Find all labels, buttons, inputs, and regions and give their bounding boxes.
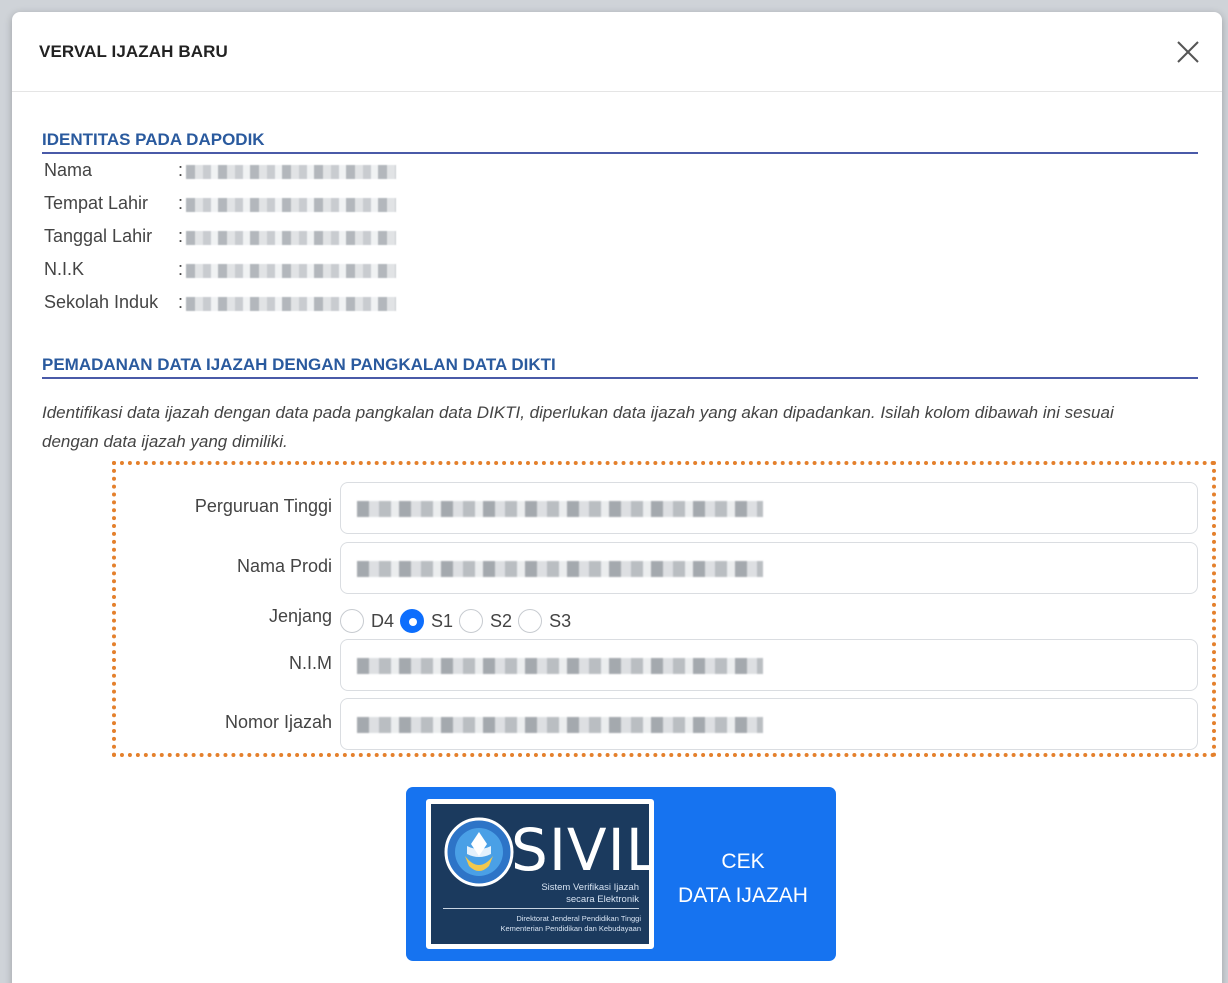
- cek-button-line: DATA IJAZAH: [678, 884, 808, 907]
- identity-label: Sekolah Induk: [44, 292, 159, 312]
- tut-wuri-handayani-emblem-icon: [444, 817, 514, 887]
- redacted-value: [186, 231, 396, 245]
- cek-data-ijazah-button[interactable]: SIVIL Sistem Verifikasi Ijazah secara El…: [406, 787, 836, 961]
- nomor-ijazah-input[interactable]: [340, 698, 1198, 750]
- identity-row-sekolah-induk: Sekolah Induk :: [44, 292, 396, 313]
- identity-label: Nama: [44, 160, 93, 180]
- matching-description: Identifikasi data ijazah dengan data pad…: [42, 403, 1114, 451]
- radio-label: S2: [490, 610, 513, 631]
- identity-row-nik: N.I.K :: [44, 259, 396, 280]
- perguruan-tinggi-label: Perguruan Tinggi: [194, 496, 332, 516]
- radio-button-selected[interactable]: [400, 609, 425, 633]
- form-row-perguruan-tinggi: Perguruan Tinggi: [116, 482, 1212, 534]
- identity-label: Tanggal Lahir: [44, 226, 153, 246]
- identity-label: N.I.K: [44, 259, 85, 279]
- form-row-nomor-ijazah: Nomor Ijazah: [116, 698, 1212, 750]
- redacted-value: [186, 297, 396, 311]
- sivil-subtitle-line: Sistem Verifikasi Ijazah: [541, 882, 639, 893]
- identity-row-tanggal-lahir: Tanggal Lahir :: [44, 226, 396, 247]
- nim-label: N.I.M: [289, 653, 332, 673]
- nim-input[interactable]: [340, 639, 1198, 691]
- jenjang-label: Jenjang: [268, 606, 332, 626]
- nama-prodi-label: Nama Prodi: [236, 556, 332, 576]
- jenjang-option-s1[interactable]: S1: [400, 609, 459, 633]
- sivil-wordmark: SIVIL: [511, 816, 654, 884]
- identity-section-title: IDENTITAS PADA DAPODIK: [42, 130, 1198, 154]
- modal-title: VERVAL IJAZAH BARU: [39, 41, 228, 61]
- form-row-nama-prodi: Nama Prodi: [116, 542, 1212, 594]
- redacted-value: [186, 264, 396, 278]
- jenjang-option-s3[interactable]: S3: [518, 609, 577, 633]
- identity-colon: :: [178, 160, 184, 180]
- sivil-directorate-line: Kementerian Pendidikan dan Kebudayaan: [500, 924, 641, 933]
- sivil-directorate-line: Direktorat Jenderal Pendidikan Tinggi: [516, 914, 641, 923]
- identity-colon: :: [178, 259, 184, 279]
- radio-button[interactable]: [340, 609, 364, 633]
- identity-row-tempat-lahir: Tempat Lahir :: [44, 193, 396, 214]
- sivil-subtitle: Sistem Verifikasi Ijazah secara Elektron…: [541, 882, 639, 906]
- nomor-ijazah-label: Nomor Ijazah: [224, 712, 332, 732]
- modal-header: VERVAL IJAZAH BARU: [12, 12, 1222, 92]
- identity-label: Tempat Lahir: [44, 193, 149, 213]
- jenjang-option-d4[interactable]: D4: [340, 609, 400, 633]
- close-button[interactable]: [1170, 34, 1206, 70]
- close-icon: [1177, 40, 1199, 63]
- ijazah-form: Perguruan Tinggi Nama Prodi Jenjang D4 S…: [112, 461, 1216, 757]
- form-row-nim: N.I.M: [116, 639, 1212, 691]
- redacted-value: [357, 658, 763, 674]
- sivil-logo: SIVIL Sistem Verifikasi Ijazah secara El…: [426, 799, 654, 949]
- radio-label: S3: [549, 610, 572, 631]
- cek-button-label: CEK DATA IJAZAH: [668, 845, 818, 913]
- radio-button[interactable]: [518, 609, 543, 633]
- jenjang-radio-group: D4 S1 S2 S3: [340, 609, 577, 633]
- divider: [443, 908, 639, 909]
- identity-colon: :: [178, 226, 184, 246]
- matching-section-title: PEMADANAN DATA IJAZAH DENGAN PANGKALAN D…: [42, 355, 1198, 379]
- sivil-directorate: Direktorat Jenderal Pendidikan Tinggi Ke…: [500, 914, 641, 934]
- cek-button-line: CEK: [721, 850, 765, 873]
- perguruan-tinggi-input[interactable]: [340, 482, 1198, 534]
- identity-row-nama: Nama :: [44, 160, 396, 181]
- radio-label: S1: [431, 610, 454, 631]
- redacted-value: [357, 501, 763, 517]
- redacted-value: [357, 717, 763, 733]
- sivil-subtitle-line: secara Elektronik: [566, 894, 639, 905]
- identity-colon: :: [178, 193, 184, 213]
- nama-prodi-input[interactable]: [340, 542, 1198, 594]
- verval-ijazah-modal: VERVAL IJAZAH BARU IDENTITAS PADA DAPODI…: [12, 12, 1222, 983]
- form-row-jenjang: Jenjang: [116, 596, 1212, 636]
- redacted-value: [186, 198, 396, 212]
- radio-button[interactable]: [459, 609, 484, 633]
- identity-colon: :: [178, 292, 184, 312]
- redacted-value: [357, 561, 763, 577]
- radio-label: D4: [371, 610, 395, 631]
- jenjang-option-s2[interactable]: S2: [459, 609, 518, 633]
- redacted-value: [186, 165, 396, 179]
